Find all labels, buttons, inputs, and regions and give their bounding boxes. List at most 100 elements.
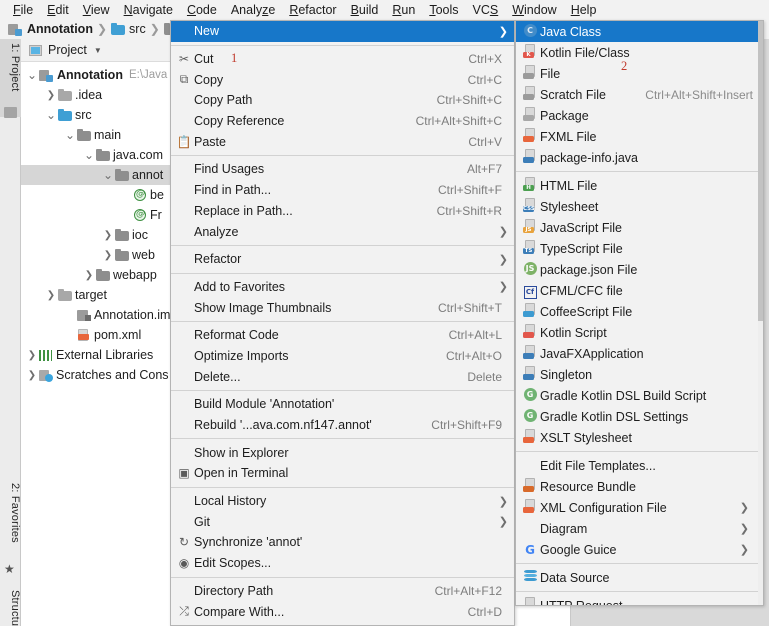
chevron-right-icon[interactable]: ❯ <box>101 230 115 241</box>
menu-window[interactable]: Window <box>505 1 563 19</box>
new-menu-item-google-guice[interactable]: G Google Guice ❯ <box>516 539 763 560</box>
tree-node-label: External Libraries <box>56 348 154 362</box>
new-menu-item-javafxapplication[interactable]: JavaFXApplication <box>516 343 763 364</box>
menu-edit[interactable]: Edit <box>40 1 76 19</box>
new-menu-item-gradle-kotlin-dsl-settings[interactable]: G Gradle Kotlin DSL Settings <box>516 406 763 427</box>
context-menu-item-synchronize-annot[interactable]: ↻ Synchronize 'annot' <box>171 532 514 553</box>
sidebar-item-project[interactable]: 1: Project <box>0 39 21 117</box>
new-submenu[interactable]: C Java Class K Kotlin File/Class File Scratch… <box>515 20 764 606</box>
context-menu-item-show-image-thumbnails[interactable]: Show Image Thumbnails Ctrl+Shift+T <box>171 297 514 318</box>
menu-refactor[interactable]: Refactor <box>282 1 343 19</box>
context-menu-item-copy-path[interactable]: Copy Path Ctrl+Shift+C <box>171 90 514 111</box>
tree-node-label: webapp <box>113 268 157 282</box>
new-menu-item-gradle-kotlin-dsl-build-script[interactable]: G Gradle Kotlin DSL Build Script <box>516 385 763 406</box>
menu-view[interactable]: View <box>76 1 117 19</box>
menu-navigate[interactable]: Navigate <box>117 1 180 19</box>
menu-item-icon-wrapper <box>520 429 540 446</box>
context-menu-item-mark-directory-as[interactable]: Mark Directory as❯ <box>171 622 514 625</box>
new-menu-item-java-class[interactable]: C Java Class <box>516 21 763 42</box>
context-menu-item-analyze[interactable]: Analyze ❯ <box>171 221 514 242</box>
new-menu-item-xml-configuration-file[interactable]: XML Configuration File ❯ <box>516 497 763 518</box>
sidebar-item-favorites[interactable]: 2: Favorites <box>0 479 21 565</box>
context-menu-item-local-history[interactable]: Local History ❯ <box>171 491 514 512</box>
new-menu-item-edit-file-templates[interactable]: Edit File Templates... <box>516 455 763 476</box>
chevron-right-icon[interactable]: ❯ <box>82 270 96 281</box>
menu-tools[interactable]: Tools <box>422 1 465 19</box>
new-menu-item-fxml-file[interactable]: FXML File <box>516 126 763 147</box>
context-menu-item-copy-reference[interactable]: Copy Reference Ctrl+Alt+Shift+C <box>171 111 514 132</box>
new-menu-item-xslt-stylesheet[interactable]: XSLT Stylesheet <box>516 427 763 448</box>
new-menu-item-http-request[interactable]: APIHTTP Request <box>516 595 763 605</box>
chevron-down-icon[interactable]: ⌄ <box>44 109 58 121</box>
menu-item-icon-wrapper: JS <box>520 261 540 278</box>
chevron-right-icon[interactable]: ❯ <box>25 370 39 381</box>
new-menu-item-kotlin-script[interactable]: Kotlin Script <box>516 322 763 343</box>
context-menu-item-refactor[interactable]: Refactor ❯ <box>171 249 514 270</box>
project-panel-title: Project <box>48 43 87 57</box>
new-menu-item-singleton[interactable]: Singleton <box>516 364 763 385</box>
context-menu-item-compare-with[interactable]: ⤮ Compare With... Ctrl+D <box>171 601 514 622</box>
context-menu-item-show-in-explorer[interactable]: Show in Explorer <box>171 442 514 463</box>
breadcrumb-item-src[interactable]: src <box>111 22 146 36</box>
context-menu-item-cut[interactable]: ✂ Cut Ctrl+X <box>171 49 514 70</box>
sidebar-item-structure[interactable]: Structure <box>0 586 21 626</box>
new-menu-item-coffeescript-file[interactable]: CoffeeScript File <box>516 301 763 322</box>
context-menu-item-git[interactable]: Git ❯ <box>171 511 514 532</box>
menu-analyze[interactable]: Analyze <box>224 1 282 19</box>
new-menu-item-typescript-file[interactable]: TS TypeScript File <box>516 238 763 259</box>
new-menu-item-label: TypeScript File <box>540 241 623 256</box>
menu-item-icon-wrapper: G <box>520 408 540 425</box>
new-menu-item-file[interactable]: File <box>516 63 763 84</box>
context-menu-item-build-module-annotation[interactable]: Build Module 'Annotation' <box>171 394 514 415</box>
context-menu-item-delete[interactable]: Delete... Delete <box>171 366 514 387</box>
new-menu-item-package-info-java[interactable]: package-info.java <box>516 147 763 168</box>
context-menu-item-open-in-terminal[interactable]: ▣ Open in Terminal <box>171 463 514 484</box>
menu-build[interactable]: Build <box>344 1 386 19</box>
context-menu-item-copy[interactable]: ⧉ Copy Ctrl+C <box>171 69 514 90</box>
menu-vcs[interactable]: VCS <box>466 1 506 19</box>
context-menu[interactable]: New ❯ ✂ Cut Ctrl+X ⧉ Copy Ctrl+C Copy Path Ctrl+S… <box>170 20 515 626</box>
new-menu-item-label: Kotlin File/Class <box>540 45 630 60</box>
new-menu-item-stylesheet[interactable]: CSS Stylesheet <box>516 196 763 217</box>
breadcrumb-item-annotation[interactable]: Annotation <box>8 22 93 36</box>
context-menu-item-reformat-code[interactable]: Reformat Code Ctrl+Alt+L <box>171 325 514 346</box>
menu-help[interactable]: Help <box>564 1 604 19</box>
chevron-right-icon[interactable]: ❯ <box>44 90 58 101</box>
context-menu-item-edit-scopes[interactable]: ◉ Edit Scopes... <box>171 553 514 574</box>
menu-file[interactable]: File <box>6 1 40 19</box>
menu-run[interactable]: Run <box>385 1 422 19</box>
context-menu-item-add-to-favorites[interactable]: Add to Favorites ❯ <box>171 277 514 298</box>
context-menu-item-optimize-imports[interactable]: Optimize Imports Ctrl+Alt+O <box>171 346 514 367</box>
chevron-down-icon[interactable]: ▼ <box>94 46 102 55</box>
menu-code[interactable]: Code <box>180 1 224 19</box>
terminal-icon: ▣ <box>178 466 190 481</box>
context-menu-item-find-in-path[interactable]: Find in Path... Ctrl+Shift+F <box>171 180 514 201</box>
new-menu-item-package[interactable]: Package <box>516 105 763 126</box>
chevron-right-icon[interactable]: ❯ <box>25 350 39 361</box>
chevron-down-icon[interactable]: ⌄ <box>82 149 96 161</box>
context-menu-item-new[interactable]: New ❯ <box>171 21 514 42</box>
new-menu-item-data-source[interactable]: Data Source <box>516 567 763 588</box>
context-menu-item-replace-in-path[interactable]: Replace in Path... Ctrl+Shift+R <box>171 201 514 222</box>
new-menu-item-scratch-file[interactable]: Scratch File Ctrl+Alt+Shift+Insert <box>516 84 763 105</box>
new-menu-item-cfml-cfc-file[interactable]: Cf CFML/CFC file <box>516 280 763 301</box>
submenu-scrollbar-thumb[interactable] <box>758 21 763 321</box>
chevron-right-icon[interactable]: ❯ <box>44 290 58 301</box>
context-menu-item-find-usages[interactable]: Find Usages Alt+F7 <box>171 159 514 180</box>
new-menu-item-diagram[interactable]: Diagram ❯ <box>516 518 763 539</box>
chevron-right-icon[interactable]: ❯ <box>101 250 115 261</box>
new-menu-item-javascript-file[interactable]: JS JavaScript File <box>516 217 763 238</box>
chevron-down-icon[interactable]: ⌄ <box>25 69 39 81</box>
context-menu-item-directory-path[interactable]: Directory Path Ctrl+Alt+F12 <box>171 581 514 602</box>
new-menu-item-html-file[interactable]: H HTML File <box>516 175 763 196</box>
chevron-down-icon[interactable]: ⌄ <box>101 169 115 181</box>
new-menu-item-kotlin-file-class[interactable]: K Kotlin File/Class <box>516 42 763 63</box>
context-menu-item-rebuild-ava-com-nf147-annot[interactable]: Rebuild '...ava.com.nf147.annot' Ctrl+Shi… <box>171 415 514 436</box>
context-menu-separator <box>171 44 514 46</box>
context-menu-item-paste[interactable]: 📋 Paste Ctrl+V <box>171 131 514 152</box>
submenu-scrollbar[interactable] <box>758 21 763 605</box>
new-menu-item-resource-bundle[interactable]: Resource Bundle <box>516 476 763 497</box>
chevron-down-icon[interactable]: ⌄ <box>63 129 77 141</box>
new-menu-item-package-json-file[interactable]: JS package.json File <box>516 259 763 280</box>
menu-item-icon-wrapper: K <box>520 44 540 61</box>
